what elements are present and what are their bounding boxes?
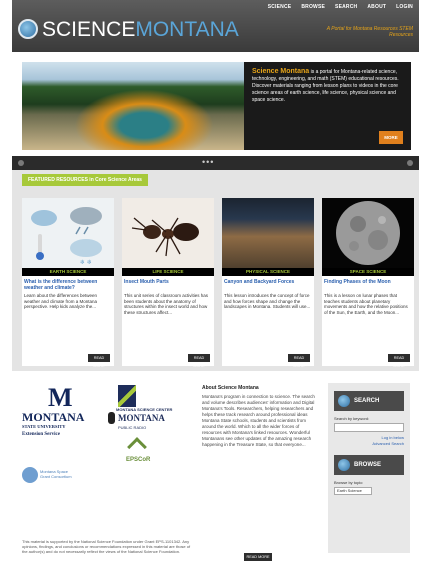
browse-globe-icon [338,459,350,471]
card-description: This lesson introduces the concept of fo… [224,293,311,309]
globe-logo-icon[interactable] [18,19,38,39]
hero-intro: Science Montana is a portal for Montana-… [252,68,403,104]
featured-band: ••• FEATURED RESOURCES in Core Science A… [12,156,419,371]
read-more-button[interactable]: READ MORE [88,354,110,368]
page: SCIENCE BROWSE SEARCH ABOUT LOGIN SCIENC… [12,0,419,571]
msu-logo-name[interactable]: MONTANA [22,411,84,423]
epscor-logo-icon[interactable] [127,437,147,457]
public-radio-sub: PUBLIC RADIO [118,425,147,430]
search-by-label: Search by keyword: [334,416,370,421]
featured-label: FEATURED RESOURCES in Core Science Areas [22,174,148,186]
msu-logo-sub: STATE UNIVERSITY [22,424,66,429]
science-center-text: MONTANA SCIENCE CENTER [116,407,173,412]
featured-header: FEATURED RESOURCES in Core Science Areas [12,170,419,190]
card-space-science[interactable]: SPACE SCIENCE Finding Phases of the Moon… [322,198,414,368]
top-navigation: SCIENCE BROWSE SEARCH ABOUT LOGIN [268,4,413,10]
card-title[interactable]: What is the difference between weather a… [24,279,112,291]
card-description: This unit series of classroom activities… [124,293,209,315]
svg-text:❄ ❄: ❄ ❄ [80,259,92,266]
space-grant-logo-icon[interactable] [22,467,38,483]
space-grant-text: Montana Space Grant Consortium [40,469,72,479]
search-globe-icon [338,395,350,407]
slider-next-icon[interactable] [407,160,413,166]
hero-image-hot-spring [22,62,244,150]
science-center-logo-icon[interactable] [118,385,136,407]
read-more-button[interactable]: READ MORE [388,354,410,368]
about-text: Montana's program in connection to scien… [202,394,315,447]
featured-cards: ❄ ❄ EARTH SCIENCE What is the difference… [12,190,419,371]
card-tag: EARTH SCIENCE [22,268,114,276]
canyon-image [222,198,314,268]
nav-browse[interactable]: BROWSE [301,4,325,10]
about-read-more-button[interactable]: READ MORE [244,553,272,561]
about-heading: About Science Montana [202,385,259,391]
card-title[interactable]: Insect Mouth Parts [124,279,212,285]
browse-title: BROWSE [354,462,381,468]
public-radio-logo[interactable]: MONTANA [118,413,165,423]
weather-icons-image: ❄ ❄ [22,198,114,268]
advanced-search-link[interactable]: Advanced Search [372,441,404,446]
about-section: About Science Montana Montana's program … [202,385,320,448]
card-life-science[interactable]: LIFE SCIENCE Insect Mouth Parts This uni… [122,198,214,368]
nav-about[interactable]: ABOUT [367,4,386,10]
sidebar: SEARCH Search by keyword: Log in below A… [328,383,410,553]
nav-login[interactable]: LOGIN [396,4,413,10]
card-tag: LIFE SCIENCE [122,268,214,276]
search-input[interactable] [334,423,404,432]
browse-topic-select[interactable]: Earth Science [334,487,372,495]
hero-more-button[interactable]: MORE [379,131,403,144]
msu-logo-letter[interactable]: M [48,385,73,411]
hero-panel: Science Montana is a portal for Montana-… [244,62,411,150]
nsf-credit: This material is supported by the Nation… [22,539,191,554]
lower-section: M MONTANA STATE UNIVERSITY Extension Ser… [12,371,419,571]
nav-search[interactable]: SEARCH [335,4,357,10]
ant-image [122,198,214,268]
microphone-icon [108,412,115,424]
card-description: This is a lesson on lunar phases that te… [324,293,408,315]
card-tag: SPACE SCIENCE [322,268,414,276]
search-title: SEARCH [354,398,380,404]
card-description: Learn about the differences between weat… [24,293,98,309]
slider-prev-icon[interactable] [18,160,24,166]
site-logo[interactable]: SCIENCEMONTANA [42,18,239,42]
card-physical-science[interactable]: PHYSICAL SCIENCE Canyon and Backyard For… [222,198,314,368]
card-earth-science[interactable]: ❄ ❄ EARTH SCIENCE What is the difference… [22,198,114,368]
site-header: SCIENCE BROWSE SEARCH ABOUT LOGIN SCIENC… [12,0,419,52]
msu-extension: Extension Service [22,432,60,437]
browse-header: BROWSE [334,455,404,475]
slider-dots-icon[interactable]: ••• [202,156,214,168]
site-tagline: A Portal for Montana Resources STEM Reso… [326,26,413,38]
slider-bar: ••• [12,156,419,170]
read-more-button[interactable]: READ MORE [288,354,310,368]
partner-logos: M MONTANA STATE UNIVERSITY Extension Ser… [22,385,192,535]
search-login-link[interactable]: Log in below [382,435,404,440]
moon-image [322,198,414,268]
hero-brand: Science Montana [252,68,310,75]
nav-science[interactable]: SCIENCE [268,4,292,10]
read-more-button[interactable]: READ MORE [188,354,210,368]
epscor-text: EPSCoR [126,457,151,463]
card-title[interactable]: Finding Phases of the Moon [324,279,412,285]
card-title[interactable]: Canyon and Backyard Forces [224,279,312,285]
card-tag: PHYSICAL SCIENCE [222,268,314,276]
browse-by-label: Browse by topic: [334,480,364,485]
hero-section: Science Montana is a portal for Montana-… [12,52,419,156]
search-header: SEARCH [334,391,404,411]
